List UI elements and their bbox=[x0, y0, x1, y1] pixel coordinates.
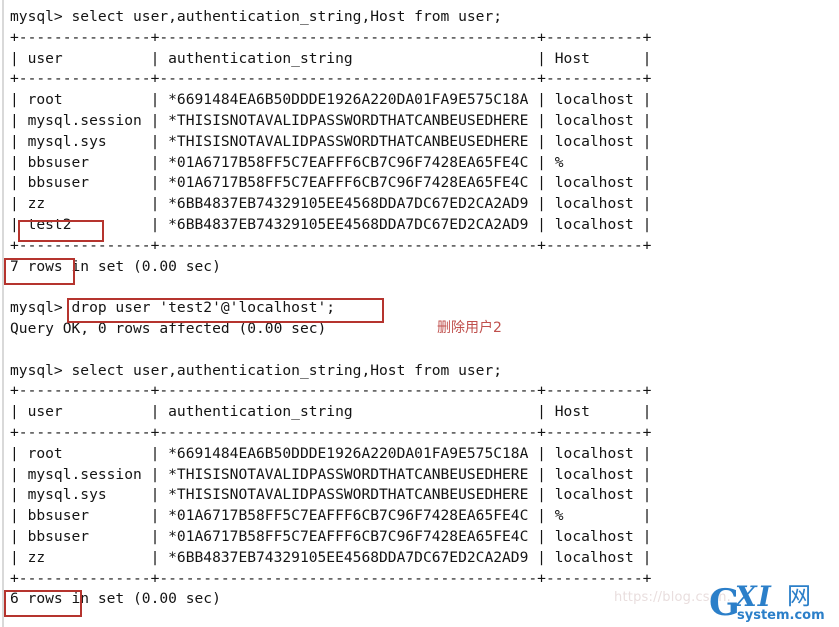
console-line: mysql> select user,authentication_string… bbox=[10, 8, 503, 25]
console-line: Query OK, 0 rows affected (0.00 sec) bbox=[10, 319, 327, 337]
annotation-note-delete-user: 删除用户2 bbox=[437, 320, 502, 336]
console-line: | bbsuser | *01A6717B58FF5C7EAFFF6CB7C96… bbox=[10, 527, 652, 545]
console-line: | mysql.sys | *THISISNOTAVALIDPASSWORDTH… bbox=[10, 132, 652, 150]
console-line: mysql> drop user 'test2'@'localhost'; bbox=[10, 299, 336, 317]
console-line: +---------------+-----------------------… bbox=[10, 236, 652, 254]
console-line: | mysql.session | *THISISNOTAVALIDPASSWO… bbox=[10, 465, 652, 483]
watermark-logo-xi: XI bbox=[735, 580, 772, 613]
console-line: mysql> select user,authentication_string… bbox=[10, 361, 503, 379]
console-line: | test2 | *6BB4837EB74329105EE4568DDA7DC… bbox=[10, 215, 652, 233]
console-line: | zz | *6BB4837EB74329105EE4568DDA7DC67E… bbox=[10, 195, 652, 213]
console-line: | user | authentication_string | Host | bbox=[10, 49, 652, 67]
console-line: | bbsuser | *01A6717B58FF5C7EAFFF6CB7C96… bbox=[10, 507, 652, 525]
console-line: | zz | *6BB4837EB74329105EE4568DDA7DC67E… bbox=[10, 548, 652, 566]
console-line: +---------------+-----------------------… bbox=[10, 382, 652, 400]
console-line: +---------------+-----------------------… bbox=[10, 569, 652, 587]
console-line: +---------------+-----------------------… bbox=[10, 423, 652, 441]
window-left-edge bbox=[2, 0, 4, 627]
console-line: | mysql.session | *THISISNOTAVALIDPASSWO… bbox=[10, 111, 652, 129]
console-line: | root | *6691484EA6B50DDDE1926A220DA01F… bbox=[10, 444, 652, 462]
watermark-logo: G XI 网 system.com bbox=[709, 583, 833, 623]
console-line: | user | authentication_string | Host | bbox=[10, 403, 652, 421]
console-line: 7 rows in set (0.00 sec) bbox=[10, 257, 221, 275]
mysql-console-output: mysql> select user,authentication_string… bbox=[10, 7, 830, 610]
console-line: +---------------+-----------------------… bbox=[10, 70, 652, 88]
watermark-logo-subtitle: system.com bbox=[737, 608, 825, 623]
console-line: +---------------+-----------------------… bbox=[10, 28, 652, 46]
console-line: | mysql.sys | *THISISNOTAVALIDPASSWORDTH… bbox=[10, 486, 652, 504]
console-line: | root | *6691484EA6B50DDDE1926A220DA01F… bbox=[10, 91, 652, 109]
console-line: | bbsuser | *01A6717B58FF5C7EAFFF6CB7C96… bbox=[10, 153, 652, 171]
watermark-logo-net: 网 bbox=[787, 582, 811, 610]
console-line: | bbsuser | *01A6717B58FF5C7EAFFF6CB7C96… bbox=[10, 174, 652, 192]
terminal-screenshot: mysql> select user,authentication_string… bbox=[0, 0, 839, 627]
